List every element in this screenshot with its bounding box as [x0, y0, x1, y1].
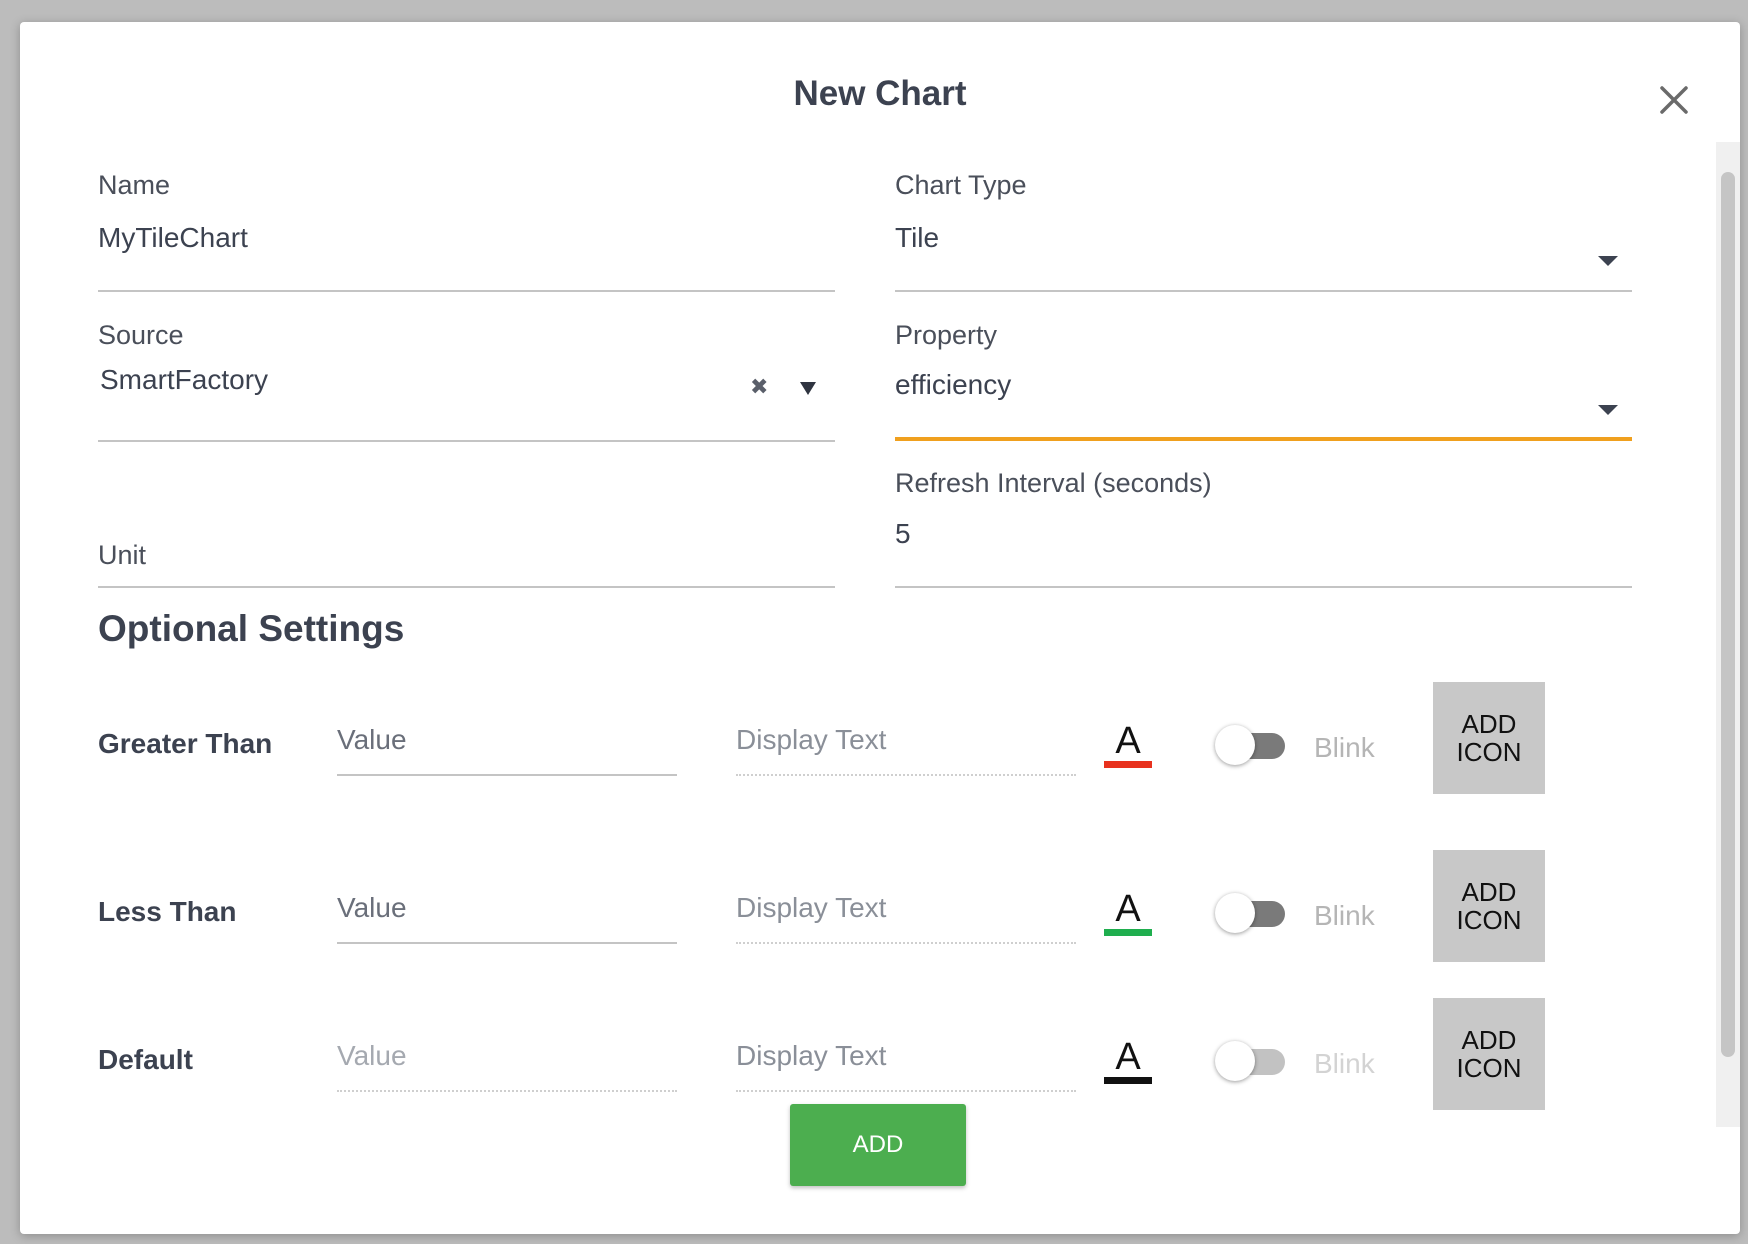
unit-label: Unit: [98, 540, 147, 570]
less-than-label: Less Than: [98, 896, 237, 927]
display-text-underline: [736, 1090, 1076, 1092]
blink-toggle[interactable]: [1215, 725, 1285, 765]
blink-toggle[interactable]: [1215, 1041, 1285, 1081]
text-color-icon[interactable]: A: [1104, 1038, 1152, 1084]
text-color-swatch: [1104, 929, 1152, 936]
chart-type-label: Chart Type: [895, 170, 1027, 200]
source-label: Source: [98, 320, 184, 350]
new-chart-dialog: New Chart Name MyTileChart Chart Type Ti…: [20, 22, 1740, 1234]
value-underline: [337, 1090, 677, 1092]
chart-type-underline: [895, 290, 1632, 292]
text-color-icon[interactable]: A: [1104, 722, 1152, 768]
toggle-knob: [1215, 893, 1255, 933]
source-underline: [98, 440, 835, 442]
text-color-swatch: [1104, 761, 1152, 768]
dialog-title: New Chart: [793, 74, 967, 113]
optional-settings-heading: Optional Settings: [98, 608, 405, 649]
source-value[interactable]: SmartFactory: [100, 364, 268, 396]
unit-underline: [98, 586, 835, 588]
refresh-interval-field[interactable]: Refresh Interval (seconds) 5: [895, 468, 1632, 590]
text-color-icon[interactable]: A: [1104, 890, 1152, 936]
value-underline: [337, 774, 677, 776]
default-label: Default: [98, 1044, 193, 1075]
clear-icon[interactable]: ✖: [750, 374, 768, 400]
add-button[interactable]: ADD: [790, 1104, 966, 1186]
text-color-glyph: A: [1115, 720, 1141, 762]
greater-than-label: Greater Than: [98, 728, 273, 759]
blink-label: Blink: [1314, 732, 1375, 763]
value-placeholder: Value: [337, 724, 407, 755]
display-text-underline: [736, 774, 1076, 776]
toggle-knob: [1215, 1041, 1255, 1081]
close-icon[interactable]: [1654, 80, 1694, 120]
add-icon-button[interactable]: ADD ICON: [1433, 850, 1545, 962]
scrollbar-thumb[interactable]: [1721, 172, 1735, 1057]
property-label: Property: [895, 320, 998, 350]
display-text-placeholder: Display Text: [736, 1040, 887, 1071]
chevron-down-icon[interactable]: [1598, 256, 1618, 266]
display-text-underline: [736, 942, 1076, 944]
blink-toggle[interactable]: [1215, 893, 1285, 933]
refresh-interval-input[interactable]: 5: [895, 518, 911, 550]
refresh-interval-label: Refresh Interval (seconds): [895, 468, 1212, 498]
text-color-swatch: [1104, 1077, 1152, 1084]
source-select[interactable]: Source SmartFactory ✖: [98, 320, 835, 444]
text-color-glyph: A: [1115, 1036, 1141, 1078]
caret-down-icon[interactable]: [800, 382, 816, 395]
toggle-knob: [1215, 725, 1255, 765]
name-field[interactable]: Name MyTileChart: [98, 170, 835, 294]
name-label: Name: [98, 170, 171, 200]
blink-label: Blink: [1314, 1048, 1375, 1079]
property-select[interactable]: Property efficiency: [895, 320, 1632, 444]
display-text-placeholder: Display Text: [736, 892, 887, 923]
blink-label: Blink: [1314, 900, 1375, 931]
chart-type-select[interactable]: Chart Type Tile: [895, 170, 1632, 294]
unit-field[interactable]: Unit: [98, 462, 835, 590]
name-underline: [98, 290, 835, 292]
chevron-down-icon[interactable]: [1598, 405, 1618, 415]
chart-type-value[interactable]: Tile: [895, 222, 939, 254]
property-value[interactable]: efficiency: [895, 369, 1011, 401]
value-placeholder: Value: [337, 892, 407, 923]
add-icon-button[interactable]: ADD ICON: [1433, 998, 1545, 1110]
scrollbar[interactable]: [1716, 142, 1740, 1127]
value-underline: [337, 942, 677, 944]
name-input[interactable]: MyTileChart: [98, 222, 248, 254]
add-icon-button[interactable]: ADD ICON: [1433, 682, 1545, 794]
text-color-glyph: A: [1115, 888, 1141, 930]
value-placeholder: Value: [337, 1040, 407, 1071]
display-text-placeholder: Display Text: [736, 724, 887, 755]
property-underline-focused: [895, 437, 1632, 441]
refresh-interval-underline: [895, 586, 1632, 588]
